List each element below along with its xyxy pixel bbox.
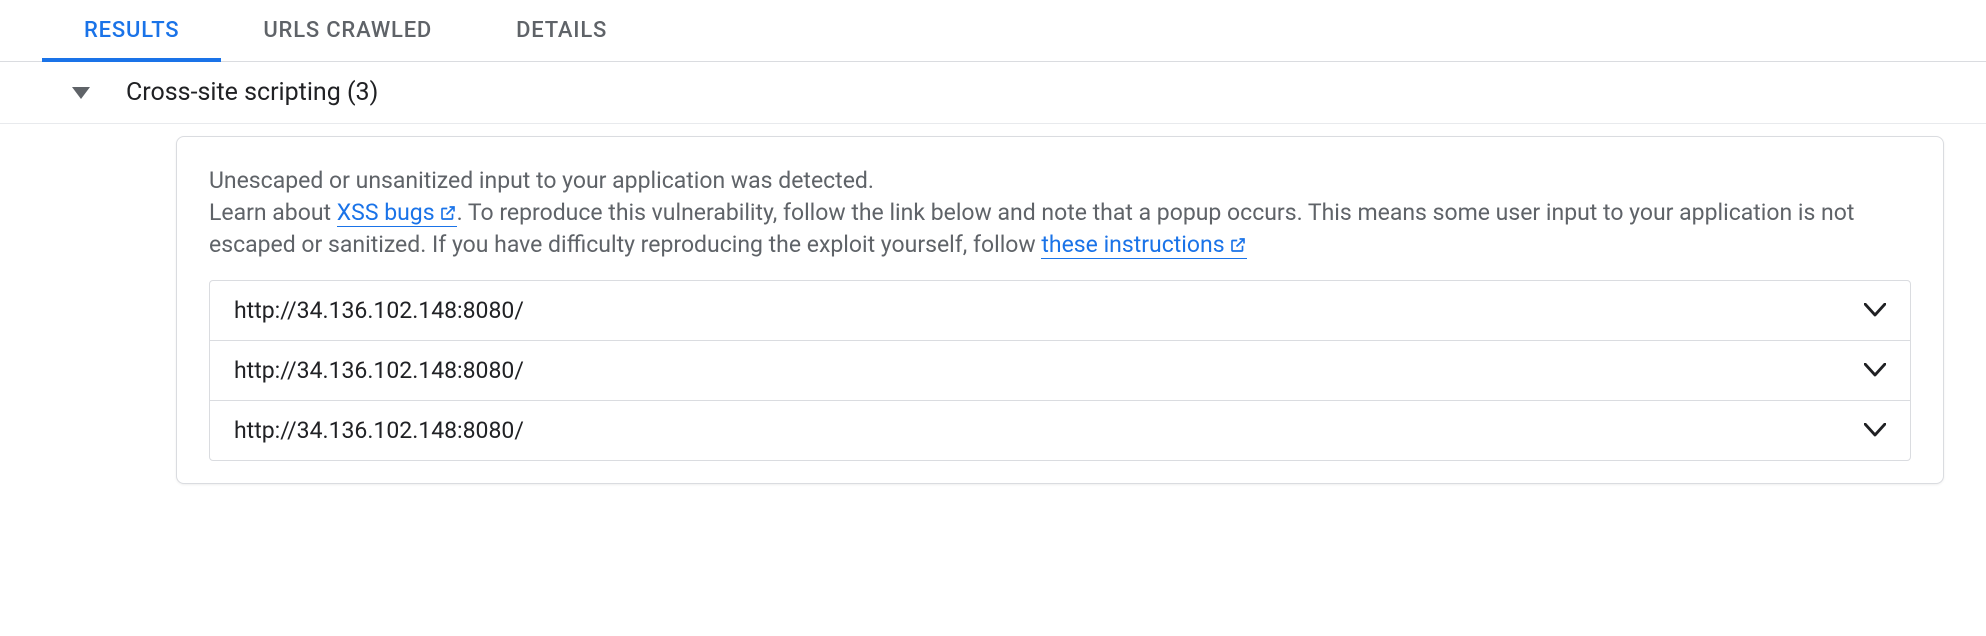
link-instructions[interactable]: these instructions: [1041, 231, 1246, 259]
finding-description: Unescaped or unsanitized input to your a…: [209, 165, 1911, 262]
url-row[interactable]: http://34.136.102.148:8080/: [210, 341, 1910, 401]
url-row[interactable]: http://34.136.102.148:8080/: [210, 281, 1910, 341]
url-row[interactable]: http://34.136.102.148:8080/: [210, 401, 1910, 460]
external-link-icon: [439, 199, 457, 231]
finding-title: Cross-site scripting (3): [126, 78, 378, 107]
collapse-triangle-icon: [72, 87, 90, 99]
finding-details-card: Unescaped or unsanitized input to your a…: [176, 136, 1944, 484]
description-learn-prefix: Learn about: [209, 199, 337, 226]
url-text: http://34.136.102.148:8080/: [234, 417, 524, 444]
description-text-1: Unescaped or unsanitized input to your a…: [209, 167, 874, 194]
tab-results[interactable]: RESULTS: [42, 0, 221, 61]
chevron-down-icon: [1864, 303, 1886, 317]
url-list: http://34.136.102.148:8080/ http://34.13…: [209, 280, 1911, 461]
link-xss-bugs[interactable]: XSS bugs: [337, 199, 457, 227]
url-text: http://34.136.102.148:8080/: [234, 297, 524, 324]
chevron-down-icon: [1864, 363, 1886, 377]
finding-row-header[interactable]: Cross-site scripting (3): [0, 62, 1986, 124]
external-link-icon: [1229, 231, 1247, 263]
tab-details[interactable]: DETAILS: [474, 0, 649, 61]
url-text: http://34.136.102.148:8080/: [234, 357, 524, 384]
tabs-bar: RESULTS URLS CRAWLED DETAILS: [0, 0, 1986, 62]
tab-urls-crawled[interactable]: URLS CRAWLED: [221, 0, 474, 61]
chevron-down-icon: [1864, 423, 1886, 437]
